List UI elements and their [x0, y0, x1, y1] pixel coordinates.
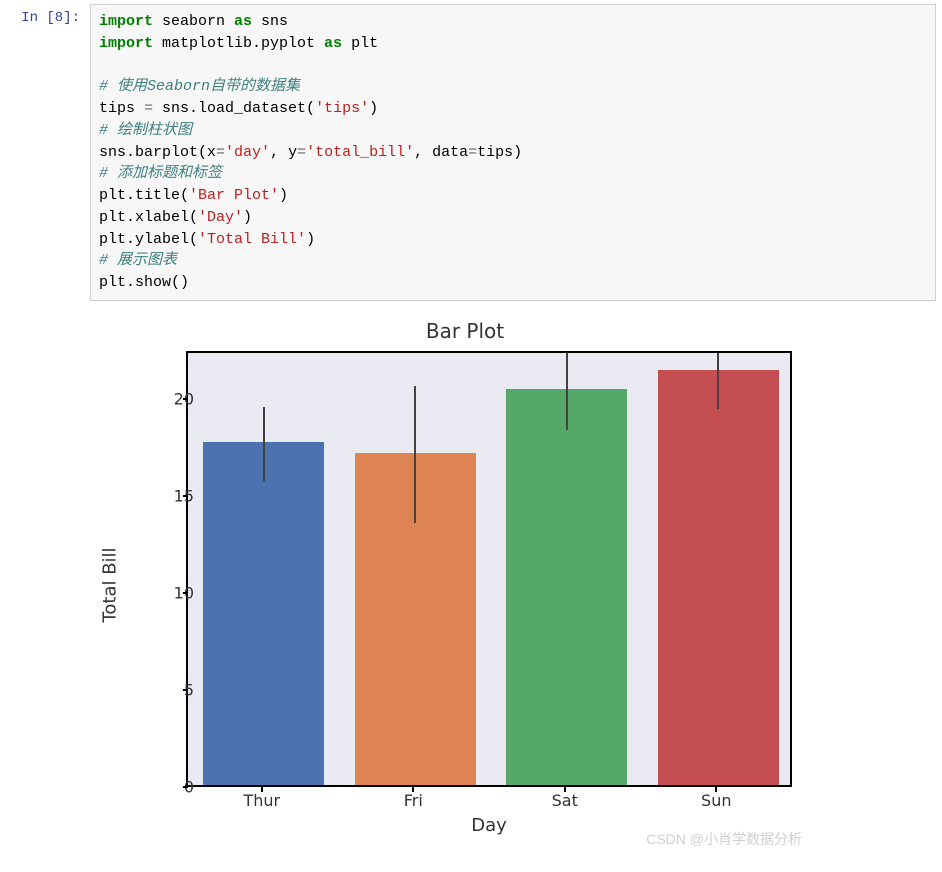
plot-area — [186, 351, 792, 787]
x-tick-label: Sat — [552, 791, 578, 810]
chart-title: Bar Plot — [120, 315, 810, 343]
y-tick-label: 10 — [154, 583, 194, 602]
y-axis-label: Total Bill — [100, 547, 121, 622]
x-tick-label: Fri — [404, 791, 423, 810]
errorbar-fri — [414, 386, 416, 524]
chart-output: Bar Plot Total Bill Day 05101520ThurFriS… — [90, 315, 810, 855]
y-tick-label: 5 — [154, 680, 194, 699]
y-tick-label: 15 — [154, 487, 194, 506]
y-tick-label: 0 — [154, 777, 194, 796]
x-tick-label: Thur — [243, 791, 280, 810]
x-tick-label: Sun — [701, 791, 731, 810]
input-prompt: In [8]: — [0, 4, 90, 26]
errorbar-sat — [566, 353, 568, 431]
code-cell: In [8]: import seaborn as sns import mat… — [0, 0, 942, 301]
bar-thur — [203, 442, 324, 785]
bar-sun — [658, 370, 779, 785]
errorbar-sun — [717, 353, 719, 409]
code-editor[interactable]: import seaborn as sns import matplotlib.… — [90, 4, 936, 301]
errorbar-thur — [263, 407, 265, 481]
y-tick-label: 20 — [154, 390, 194, 409]
bar-sat — [506, 389, 627, 784]
watermark: CSDN @小肖学数据分析 — [646, 829, 802, 849]
